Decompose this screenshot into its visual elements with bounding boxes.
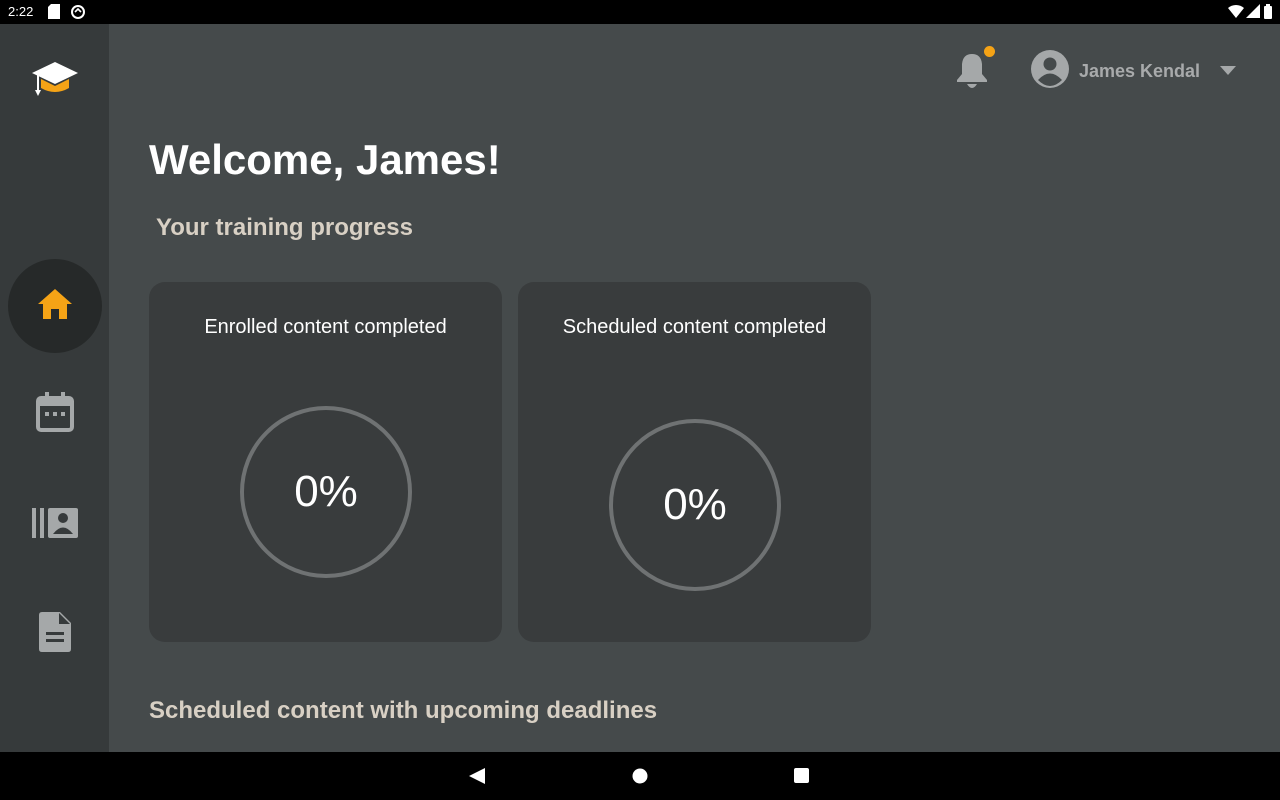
bell-icon [955,54,989,94]
sidebar-item-documents[interactable] [8,587,102,681]
document-icon [39,611,71,657]
sd-card-icon [48,4,60,24]
wifi-icon [1228,4,1244,23]
sidebar-item-library[interactable] [8,478,102,572]
card-title: Scheduled content completed [562,316,827,338]
graduation-cap-icon[interactable] [30,60,80,103]
sidebar-item-home[interactable] [8,259,102,353]
recents-icon[interactable] [794,768,809,788]
library-icon [32,507,78,543]
progress-value: 0% [663,480,727,529]
welcome-heading: Welcome, James! [149,136,501,183]
battery-icon [1264,4,1272,24]
enrolled-progress-card: Enrolled content completed 0% [149,282,502,642]
progress-ring: 0% [240,406,412,578]
navigation-bar [0,752,1280,800]
card-title: Enrolled content completed [204,316,447,338]
notifications-button[interactable] [955,52,989,95]
signal-icon [1246,4,1260,23]
user-name: James Kendal [1079,60,1201,81]
sidebar [0,24,109,752]
sidebar-item-calendar[interactable] [8,367,102,461]
progress-section-title: Your training progress [156,214,413,241]
progress-ring: 0% [609,419,781,591]
home-icon [36,287,74,326]
home-nav-icon[interactable] [632,768,648,789]
calendar-icon [36,391,74,437]
avatar-icon [1031,49,1069,93]
status-bar: 2:22 [0,0,1280,24]
chevron-down-icon [1220,62,1237,80]
progress-value: 0% [294,467,358,516]
notification-badge [984,46,995,57]
sync-icon [70,4,86,25]
user-menu[interactable]: James Kendal [1031,49,1237,93]
main-content: James Kendal Welcome, James! Your traini… [109,24,1280,752]
back-icon[interactable] [469,768,485,789]
scheduled-progress-card: Scheduled content completed 0% [518,282,871,642]
deadlines-section-title: Scheduled content with upcoming deadline… [149,697,658,724]
status-time: 2:22 [8,4,34,19]
